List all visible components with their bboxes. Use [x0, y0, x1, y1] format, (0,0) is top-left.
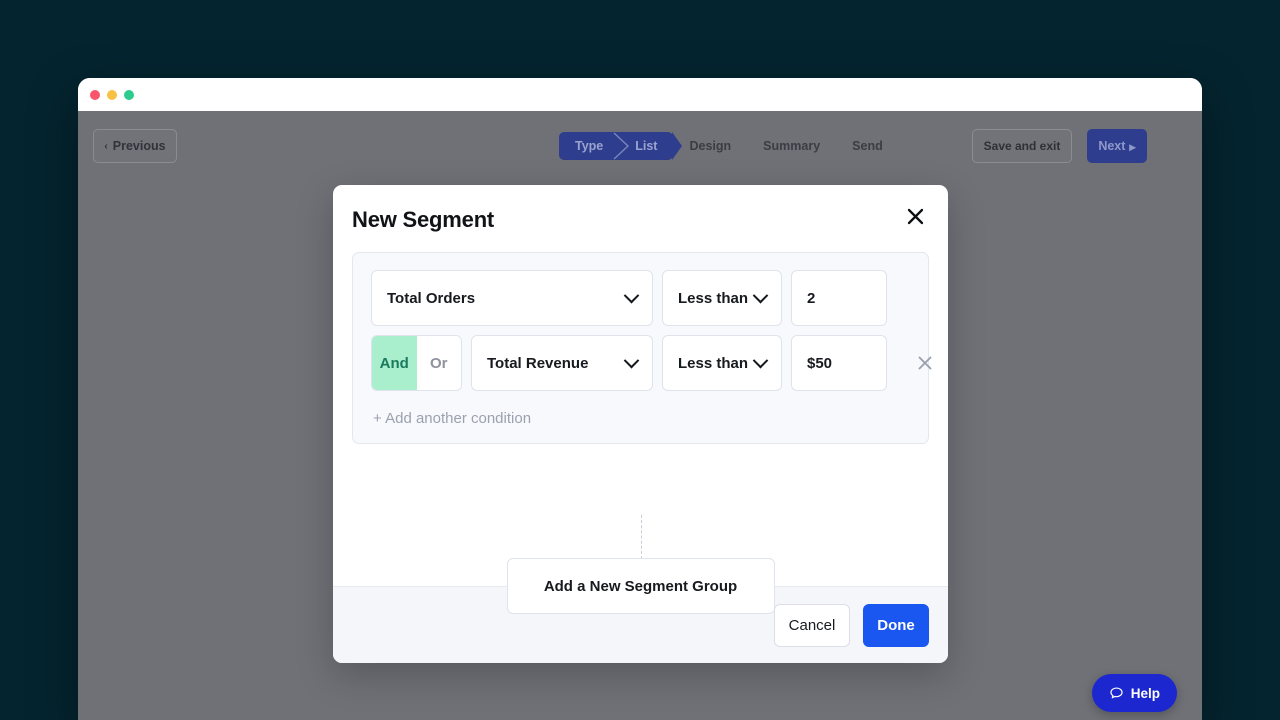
segment-condition-group: Total Orders Less than 2 And Or Total Re…: [352, 252, 932, 444]
save-and-exit-button[interactable]: Save and exit: [972, 129, 1072, 163]
operator-select-1[interactable]: Less than: [662, 270, 782, 326]
value-input-1[interactable]: 2: [791, 270, 887, 326]
app-area: ‹ Previous Type List Design Summary Send…: [78, 111, 1202, 720]
operator-select-2[interactable]: Less than: [662, 335, 782, 391]
chevron-right-icon: ▸: [1129, 139, 1136, 154]
add-segment-group-button[interactable]: Add a New Segment Group: [506, 558, 775, 614]
page-title: New Segment: [352, 207, 495, 232]
window-maximize-dot[interactable]: [124, 89, 134, 100]
or-option[interactable]: Or: [416, 336, 461, 390]
and-option[interactable]: And: [372, 336, 417, 390]
window-close-dot[interactable]: [90, 89, 100, 100]
speech-bubble-icon: [1110, 686, 1123, 698]
close-x-glyph: [907, 208, 923, 224]
new-segment-modal: New Segment Total Orders Less than 2 And…: [333, 185, 948, 663]
chevron-down-icon: [623, 287, 640, 303]
operator-select-2-value: Less than: [678, 354, 749, 372]
value-input-2[interactable]: $50: [791, 335, 887, 391]
step-tab-send[interactable]: Send: [836, 132, 899, 160]
segment-group-connector: [640, 515, 642, 559]
attribute-select-2[interactable]: Total Revenue: [471, 335, 653, 391]
condition-row: And Or Total Revenue Less than $50: [371, 335, 932, 391]
previous-button-label: Previous: [112, 139, 166, 153]
help-widget-button[interactable]: Help: [1091, 674, 1177, 712]
help-widget-label: Help: [1130, 685, 1160, 701]
remove-condition-icon[interactable]: [916, 354, 934, 372]
and-or-toggle[interactable]: And Or: [371, 335, 462, 391]
next-button-label: Next: [1098, 139, 1126, 153]
attribute-select-2-value: Total Revenue: [487, 354, 589, 372]
step-tabs-active-group: Type List: [559, 132, 684, 160]
attribute-select-1[interactable]: Total Orders: [371, 270, 653, 326]
chevron-down-icon: [752, 287, 769, 303]
chevron-down-icon: [752, 352, 769, 368]
step-tab-summary[interactable]: Summary: [747, 132, 836, 160]
done-button[interactable]: Done: [863, 603, 929, 647]
browser-window: ‹ Previous Type List Design Summary Send…: [78, 78, 1202, 720]
step-tab-type[interactable]: Type: [559, 132, 619, 160]
condition-row: Total Orders Less than 2: [371, 270, 910, 326]
value-input-2-value: $50: [807, 354, 833, 372]
step-tab-list[interactable]: List: [619, 132, 673, 160]
app-topbar: ‹ Previous Type List Design Summary Send…: [78, 111, 1202, 183]
operator-select-1-value: Less than: [678, 289, 749, 307]
browser-titlebar: [78, 78, 1202, 111]
chevron-left-icon: ‹: [104, 140, 108, 152]
previous-button[interactable]: ‹ Previous: [93, 129, 177, 163]
step-tabs: Type List Design Summary Send: [559, 132, 899, 160]
modal-header: New Segment: [333, 185, 948, 247]
window-minimize-dot[interactable]: [107, 89, 117, 100]
value-input-1-value: 2: [807, 289, 816, 307]
attribute-select-1-value: Total Orders: [387, 289, 476, 307]
close-icon[interactable]: [902, 203, 928, 229]
close-x-glyph: [918, 356, 932, 370]
modal-body: Total Orders Less than 2 And Or Total Re…: [333, 247, 948, 614]
add-another-condition-link[interactable]: + Add another condition: [371, 400, 910, 429]
cancel-button[interactable]: Cancel: [774, 603, 850, 647]
step-tab-design[interactable]: Design: [673, 132, 747, 160]
chevron-down-icon: [623, 352, 640, 368]
next-button[interactable]: Next ▸: [1087, 129, 1147, 163]
